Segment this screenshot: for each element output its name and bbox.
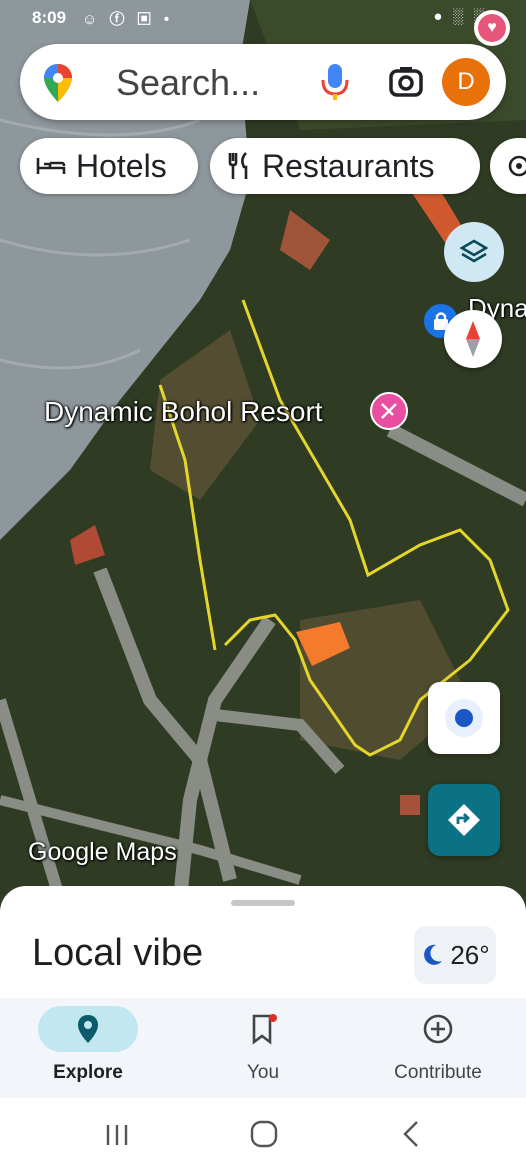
explore-pin-icon xyxy=(78,1015,98,1043)
sheet-drag-handle[interactable] xyxy=(231,900,295,906)
heart-badge[interactable]: ♥ xyxy=(474,10,510,46)
temperature: 26° xyxy=(450,939,490,970)
moon-icon xyxy=(424,944,443,965)
bottom-nav: Explore You Contribute xyxy=(0,998,526,1098)
resort-icon xyxy=(381,403,397,419)
nav-label: Explore xyxy=(53,1062,123,1083)
bed-icon xyxy=(36,158,66,174)
my-location-button[interactable] xyxy=(428,682,500,754)
search-input[interactable]: Search... xyxy=(116,62,260,104)
lens-icon[interactable] xyxy=(388,64,424,100)
chip-hotels[interactable]: Hotels xyxy=(20,138,198,194)
maps-pin-icon xyxy=(44,64,72,102)
resort-pin[interactable] xyxy=(370,392,408,430)
status-bar: 8:09 ☺ ⓕ ▣ • ● ░ ░ ≡ xyxy=(0,0,526,36)
nav-you-indicator xyxy=(213,1006,313,1052)
nav-contribute-indicator xyxy=(388,1006,488,1052)
nav-you[interactable]: You xyxy=(188,998,338,1098)
directions-icon xyxy=(448,804,480,836)
nav-label: Contribute xyxy=(394,1062,482,1083)
nav-label: You xyxy=(246,1062,280,1083)
nav-contribute[interactable]: Contribute xyxy=(363,998,513,1098)
directions-button[interactable] xyxy=(428,784,500,856)
recents-icon[interactable] xyxy=(104,1122,130,1148)
my-location-icon xyxy=(445,699,483,737)
compass-icon xyxy=(466,321,480,357)
search-bar[interactable]: Search... D xyxy=(20,44,506,120)
google-maps-wordmark: Google Maps xyxy=(28,838,177,866)
status-time: 8:09 xyxy=(32,8,67,27)
system-nav-bar xyxy=(0,1098,526,1172)
nav-explore-indicator xyxy=(38,1006,138,1052)
add-circle-icon xyxy=(423,1014,453,1044)
compass-button[interactable] xyxy=(444,310,502,368)
fork-knife-icon xyxy=(228,152,248,179)
satellite-map[interactable] xyxy=(0,0,526,900)
chip-label: Hotels xyxy=(76,147,167,184)
avatar[interactable]: D xyxy=(442,58,490,106)
heart-icon: ♥ xyxy=(478,14,506,42)
layers-icon xyxy=(459,239,489,263)
chip-label: Restaurants xyxy=(262,147,435,184)
sheet-title: Local vibe xyxy=(32,932,204,974)
bookmark-icon xyxy=(252,1014,277,1045)
home-icon[interactable] xyxy=(250,1120,278,1148)
chip-restaurants[interactable]: Restaurants xyxy=(210,138,480,194)
notification-icons: ☺ ⓕ ▣ • xyxy=(82,11,174,28)
weather-chip[interactable]: 26° xyxy=(414,926,496,984)
nav-explore[interactable]: Explore xyxy=(13,998,163,1098)
mic-icon[interactable] xyxy=(320,62,350,102)
attraction-icon xyxy=(508,155,526,177)
place-label[interactable]: Dynamic Bohol Resort xyxy=(44,396,323,428)
building-roof-4 xyxy=(400,795,420,815)
layers-button[interactable] xyxy=(444,222,504,282)
bottom-sheet[interactable]: Local vibe 26° xyxy=(0,886,526,998)
back-icon[interactable] xyxy=(400,1120,422,1148)
